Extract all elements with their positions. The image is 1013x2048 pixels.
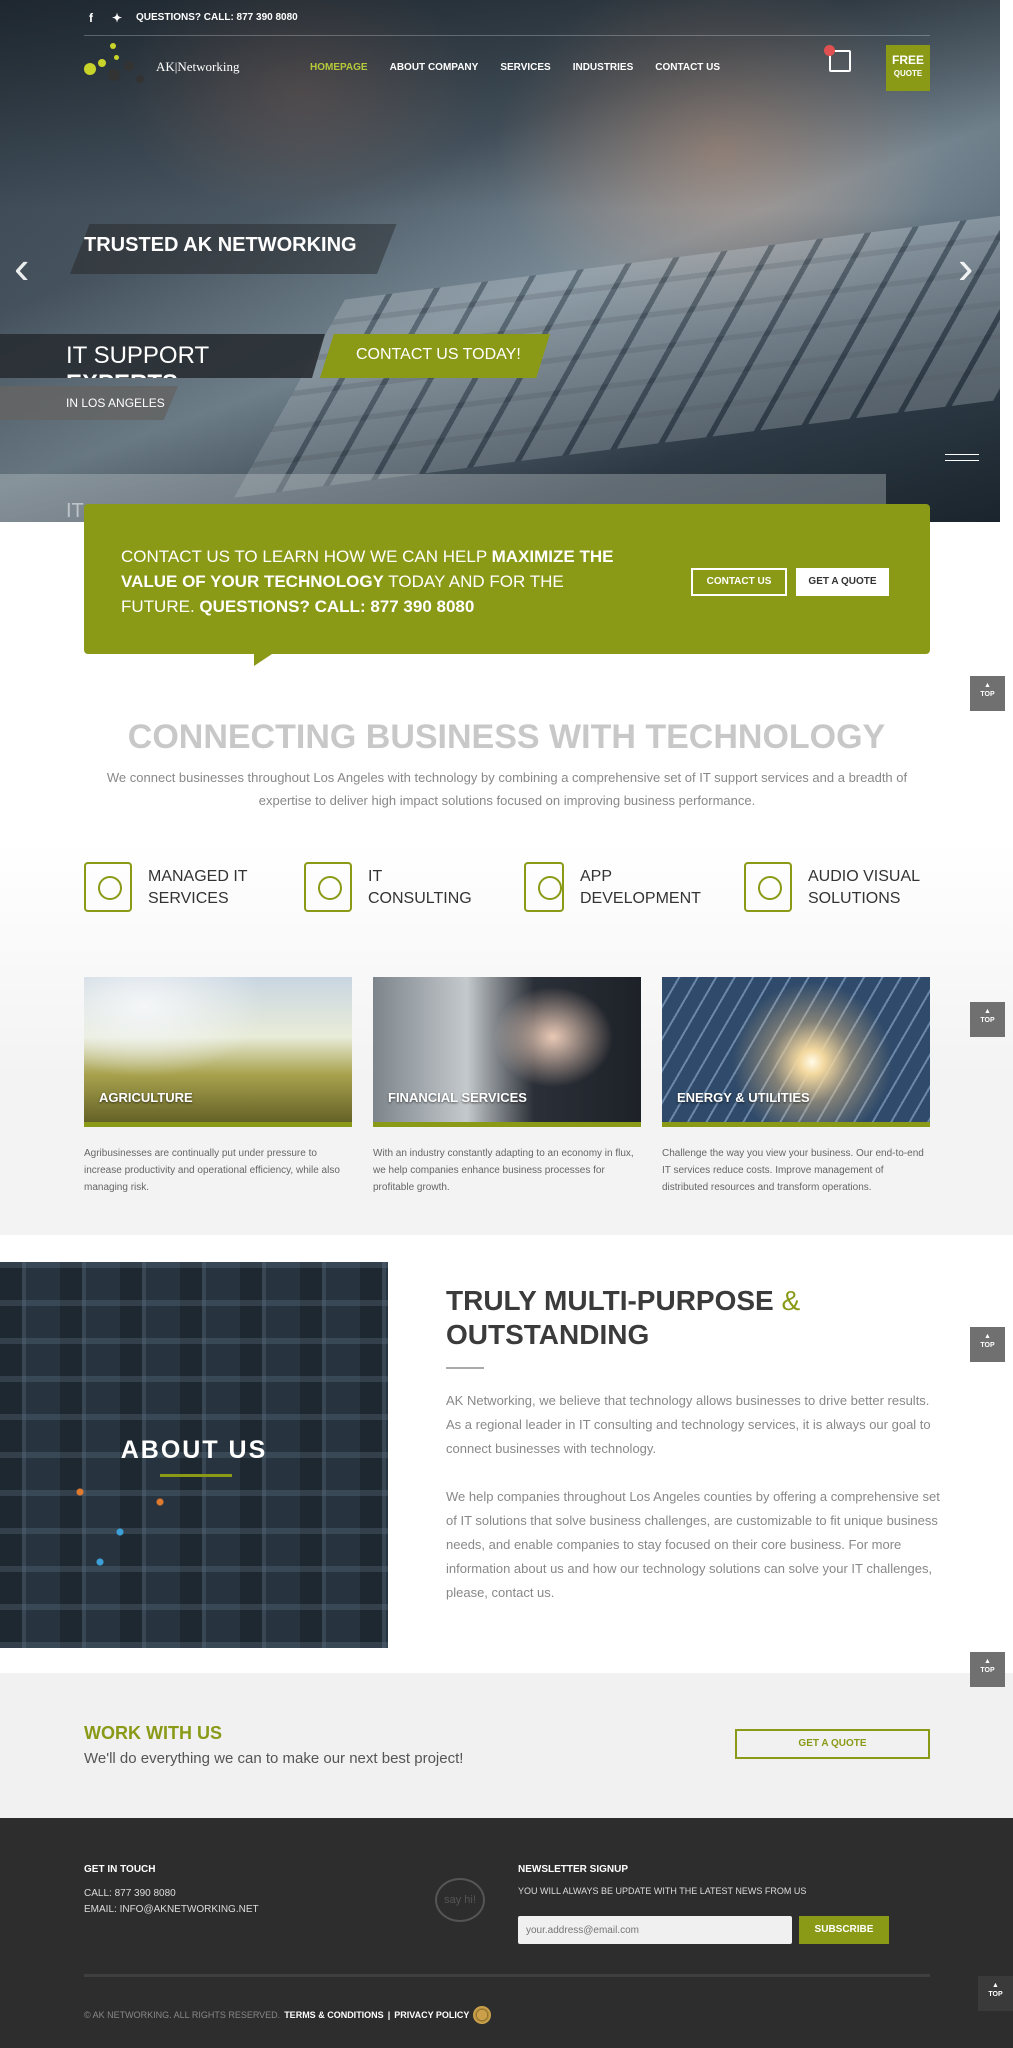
free-quote-line2: QUOTE [893, 69, 923, 78]
footer: GET IN TOUCH CALL: 877 390 8080 EMAIL: I… [0, 1818, 1013, 2048]
facebook-icon[interactable]: f [84, 11, 98, 25]
service-managed-it[interactable]: MANAGED IT SERVICES [84, 862, 268, 912]
privacy-link[interactable]: PRIVACY POLICY [394, 2010, 469, 2020]
logo-text: AK|Networking [156, 59, 240, 74]
top-label: TOP [980, 691, 995, 698]
speech-bubble-icon: say hi! [435, 1878, 485, 1922]
terms-link[interactable]: TERMS & CONDITIONS [284, 2010, 384, 2020]
work-quote-button[interactable]: GET A QUOTE [735, 1729, 930, 1759]
back-to-top-button[interactable]: ▲ TOP [970, 1652, 1005, 1687]
industry-title: FINANCIAL SERVICES [388, 1090, 527, 1105]
menu: HOMEPAGE ABOUT COMPANY SERVICES INDUSTRI… [310, 62, 720, 73]
about-paragraph-1: AK Networking, we believe that technolog… [446, 1393, 931, 1456]
handshake-photo: FINANCIAL SERVICES [373, 977, 641, 1127]
nav-services[interactable]: SERVICES [500, 62, 550, 73]
newsletter-text: YOU WILL ALWAYS BE UPDATE WITH THE LATES… [518, 1886, 807, 1896]
about-title: TRULY MULTI-PURPOSE & OUTSTANDING [446, 1284, 846, 1352]
twitter-icon[interactable]: ✦ [110, 11, 124, 25]
back-to-top-button[interactable]: ▲ TOP [978, 1976, 1013, 2011]
service-app-development[interactable]: APP DEVELOPMENT [524, 862, 701, 912]
footer-email[interactable]: EMAIL: INFO@AKNETWORKING.NET [84, 1904, 259, 1915]
free-quote-line1: FREE [891, 53, 924, 67]
hero-caption-experts: IT SUPPORT EXPERTS [0, 334, 325, 378]
consulting-folder-icon [304, 862, 352, 912]
copyright-text: © AK NETWORKING. ALL RIGHTS RESERVED. [84, 2010, 281, 2020]
wheat-photo: AGRICULTURE [84, 977, 352, 1127]
app-settings-icon [524, 862, 564, 912]
shopping-bag-icon[interactable] [824, 45, 851, 72]
free-quote-button[interactable]: FREE QUOTE [886, 45, 930, 91]
security-seal-icon [473, 2006, 492, 2024]
nav-industries[interactable]: INDUSTRIES [573, 62, 634, 73]
back-to-top-button[interactable]: ▲ TOP [970, 1002, 1005, 1037]
cta-contact-button[interactable]: CONTACT US [691, 568, 787, 596]
nav-about-company[interactable]: ABOUT COMPANY [390, 62, 479, 73]
main-nav: AK|Networking HOMEPAGE ABOUT COMPANY SER… [84, 38, 930, 96]
slider-menu-icon[interactable] [945, 454, 979, 466]
logo-dots-icon [84, 39, 148, 95]
presenter-chart-icon [84, 862, 132, 912]
back-to-top-button[interactable]: ▲ TOP [970, 1327, 1005, 1362]
service-label: IT CONSULTING [368, 868, 472, 907]
caption-it-support: IT SUPPORT [66, 342, 209, 369]
footer-call: CALL: 877 390 8080 [84, 1888, 176, 1899]
top-label: TOP [980, 1667, 995, 1674]
get-in-touch-title: GET IN TOUCH [84, 1864, 156, 1875]
nav-contact-us[interactable]: CONTACT US [655, 62, 720, 73]
about-title-b: OUTSTANDING [446, 1319, 650, 1350]
newsletter-email-input[interactable] [518, 1916, 792, 1944]
monitor-graph-icon [744, 862, 792, 912]
work-title: WORK WITH US [84, 1723, 222, 1743]
service-label: APP DEVELOPMENT [580, 868, 701, 907]
top-bar: f ✦ QUESTIONS? CALL: 877 390 8080 [84, 0, 930, 36]
ghost-text: IT [66, 500, 84, 522]
logo[interactable]: AK|Networking [84, 39, 304, 95]
about-title-a: TRULY MULTI-PURPOSE [446, 1285, 782, 1316]
subscribe-button[interactable]: SUBSCRIBE [799, 1916, 889, 1944]
service-label: MANAGED IT SERVICES [148, 868, 248, 907]
industry-text: With an industry constantly adapting to … [373, 1148, 634, 1193]
cta-phone: QUESTIONS? CALL: 877 390 8080 [199, 597, 475, 616]
about-image: ABOUT US [0, 1262, 388, 1648]
about-paragraph-2: We help companies throughout Los Angeles… [446, 1489, 940, 1600]
back-to-top-button[interactable]: ▲ TOP [970, 676, 1005, 711]
work-with-us: WORK WITH US We'll do everything we can … [0, 1673, 1013, 1818]
cta-box: CONTACT US TO LEARN HOW WE CAN HELP MAXI… [84, 504, 930, 666]
cta-quote-button[interactable]: GET A QUOTE [796, 568, 889, 596]
work-text: We'll do everything we can to make our n… [84, 1750, 464, 1767]
hero-caption-trusted: TRUSTED AK NETWORKING [70, 224, 397, 274]
top-label: TOP [988, 1991, 1003, 1998]
nav-homepage[interactable]: HOMEPAGE [310, 62, 368, 73]
service-audio-visual[interactable]: AUDIO VISUAL SOLUTIONS [744, 862, 928, 912]
industry-title: AGRICULTURE [99, 1090, 193, 1105]
footer-separator: | [387, 2010, 391, 2020]
service-it-consulting[interactable]: IT CONSULTING [304, 862, 488, 912]
industry-text: Agribusinesses are continually put under… [84, 1148, 340, 1193]
hero-slider: f ✦ QUESTIONS? CALL: 877 390 8080 AK|Net… [0, 0, 1000, 522]
connecting-title: CONNECTING BUSINESS WITH TECHNOLOGY [127, 718, 886, 756]
hero-contact-button[interactable]: CONTACT US TODAY! [320, 334, 550, 378]
service-label: AUDIO VISUAL SOLUTIONS [808, 868, 920, 907]
top-label: TOP [980, 1017, 995, 1024]
industry-card-financial[interactable]: FINANCIAL SERVICES With an industry cons… [373, 977, 641, 1196]
industry-title: ENERGY & UTILITIES [677, 1090, 810, 1105]
cta-text: CONTACT US TO LEARN HOW WE CAN HELP MAXI… [121, 544, 641, 619]
solar-panel-photo: ENERGY & UTILITIES [662, 977, 930, 1127]
chevron-right-icon[interactable]: › [958, 240, 973, 294]
newsletter-title: NEWSLETTER SIGNUP [518, 1864, 629, 1875]
industry-card-energy[interactable]: ENERGY & UTILITIES Challenge the way you… [662, 977, 930, 1196]
phone-text: QUESTIONS? CALL: 877 390 8080 [136, 12, 298, 23]
industry-card-agriculture[interactable]: AGRICULTURE Agribusinesses are continual… [84, 977, 352, 1196]
hero-caption-location: IN LOS ANGELES [0, 386, 178, 420]
copyright-bar: © AK NETWORKING. ALL RIGHTS RESERVED. TE… [84, 2006, 492, 2024]
top-label: TOP [980, 1342, 995, 1349]
cart-badge [824, 45, 835, 56]
cta-text-a: CONTACT US TO LEARN HOW WE CAN HELP [121, 547, 492, 566]
industry-text: Challenge the way you view your business… [662, 1148, 924, 1193]
about-title-amp: & [781, 1285, 801, 1316]
connecting-subtitle: We connect businesses throughout Los Ang… [106, 770, 908, 808]
about-image-title: ABOUT US [120, 1436, 268, 1464]
chevron-left-icon[interactable]: ‹ [14, 240, 29, 294]
